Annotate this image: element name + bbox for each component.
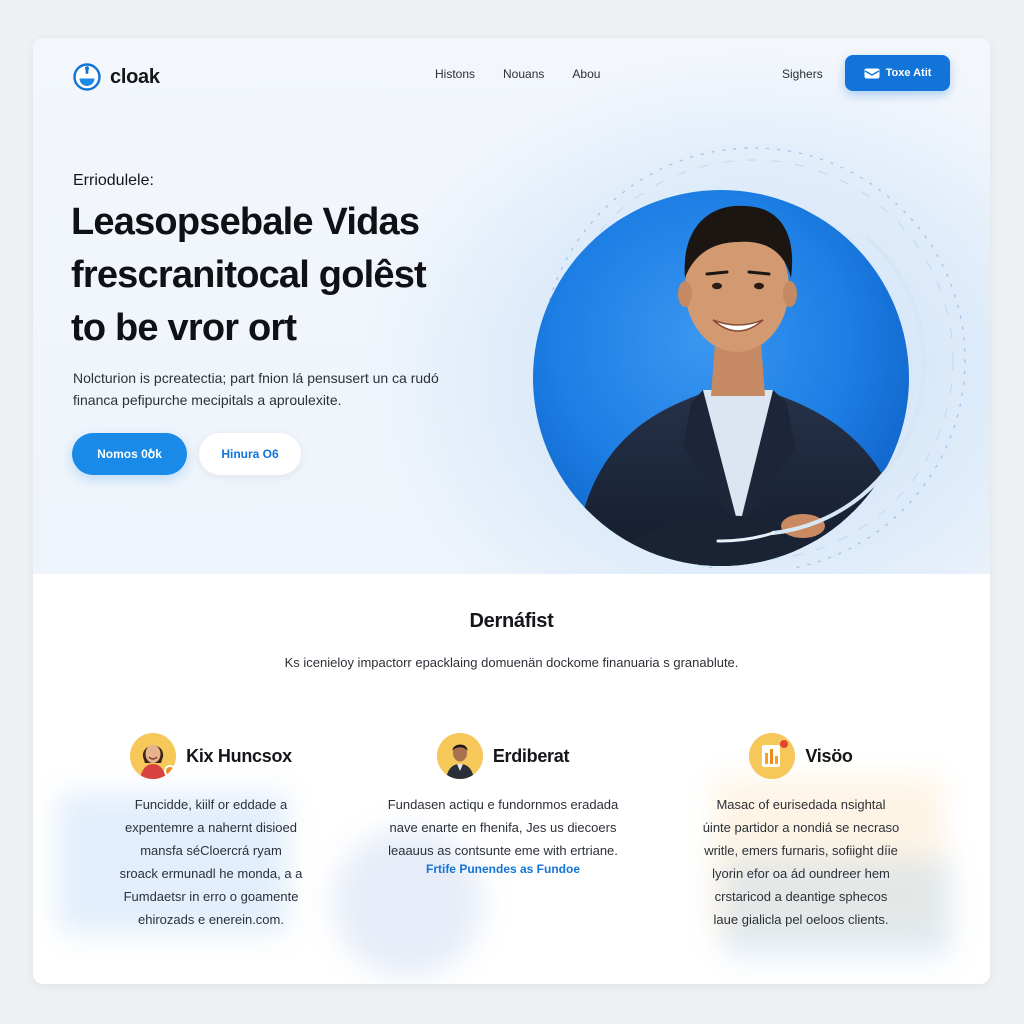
brand-logo[interactable]: cloak — [73, 63, 160, 91]
feature-body-line: Fundasen actiqu e fundornmos eradada — [387, 797, 619, 812]
avatar — [436, 733, 483, 779]
hero-section: cloak Histons Nouans Abou Sighers Toxe A… — [33, 38, 990, 574]
section-title: Dernáfist — [469, 610, 554, 632]
feature-body: Funcidde, kiilf or eddade a expentemre a… — [71, 793, 351, 931]
hero-description-line: financa pefipurche mecipitals a aproulex… — [73, 392, 342, 408]
status-dot — [164, 765, 177, 777]
brand-logo-icon — [73, 63, 101, 91]
feature-body: Fundasen actiqu e fundornmos eradada nav… — [363, 793, 643, 862]
feature-header: Kix Huncsox — [71, 733, 351, 779]
document-chart-icon — [749, 733, 796, 779]
hero-portrait — [533, 147, 966, 568]
feature-header: Erdiberat — [363, 733, 643, 779]
feature-card-2: Erdiberat Fundasen actiqu e fundornmos e… — [363, 733, 643, 876]
hero-description-line: Nolcturion is pcreatectia; part fnion lá… — [73, 370, 439, 386]
nav-cta-button[interactable]: Toxe Atit — [845, 55, 950, 91]
feature-title: Kix Huncsox — [186, 745, 292, 766]
feature-body-line: Fumdaetsr in erro o goamente — [123, 889, 299, 904]
feature-body-line: writle, emers furnaris, sofiight díie — [704, 843, 898, 858]
hero-headline-line: frescranitocal golêst — [71, 254, 427, 296]
feature-link[interactable]: Frtife Punendes as Fundoe — [363, 862, 643, 876]
nav-link-abou[interactable]: Abou — [572, 67, 600, 81]
hero-description: Nolcturion is pcreatectia; part fnion lá… — [73, 367, 493, 411]
avatar — [130, 733, 177, 779]
feature-header: Visöo — [661, 733, 941, 779]
signin-link[interactable]: Sighers — [782, 67, 823, 81]
feature-body-line: Funcidde, kiilf or eddade a — [134, 797, 288, 812]
hero-headline: Leasopsebale Vidas frescranitocal golêst… — [71, 196, 511, 355]
section-subtitle: Ks icenieloy impactorr epacklaing domuen… — [284, 655, 739, 670]
feature-body-line: ehirozads e enerein.com. — [138, 912, 284, 927]
feature-body-line: Masac of eurisedada nsightal — [716, 797, 886, 812]
feature-body-line: expentemre a nahernt disioed — [124, 820, 297, 835]
nav-link-histons[interactable]: Histons — [435, 67, 475, 81]
avatar — [749, 733, 796, 779]
feature-card-1: Kix Huncsox Funcidde, kiilf or eddade a … — [71, 733, 351, 931]
nav-cta-label: Toxe Atit — [885, 67, 932, 79]
man-avatar-icon — [436, 733, 483, 779]
feature-body-line: mansfa séCloercrá ryam — [140, 843, 282, 858]
main-nav: Histons Nouans Abou — [435, 67, 600, 81]
feature-body-line: sroack ermunadl he monda, a a — [119, 866, 303, 881]
hero-headline-line: to be vror ort — [71, 307, 297, 349]
hero-headline-line: Leasopsebale Vidas — [71, 201, 420, 243]
feature-body-line: nave enarte en fhenifa, Jes us diecoers — [389, 820, 617, 835]
nav-link-nouans[interactable]: Nouans — [503, 67, 544, 81]
brand-name: cloak — [110, 65, 160, 88]
feature-body-line: úinte partidor a nondiá se necraso — [702, 820, 900, 835]
feature-body-line: crstaricod a deantige sphecos — [714, 889, 888, 904]
message-icon — [864, 68, 880, 78]
hero-eyebrow: Erriodulele: — [73, 172, 154, 189]
feature-body-line: lyorin efor oa ád oundreer hem — [712, 866, 890, 881]
page-card: cloak Histons Nouans Abou Sighers Toxe A… — [33, 38, 990, 984]
hero-primary-button[interactable]: Nomos 0ծk — [72, 433, 187, 475]
hero-secondary-button[interactable]: Hinura O6 — [199, 433, 301, 475]
feature-title: Erdiberat — [492, 745, 570, 766]
feature-card-3: Visöo Masac of eurisedada nsightal úinte… — [661, 733, 941, 931]
feature-body-line: leaauus as contsunte eme with ertriane. — [388, 843, 618, 858]
feature-body: Masac of eurisedada nsightal úinte parti… — [661, 793, 941, 931]
feature-title: Visöo — [805, 745, 853, 766]
feature-body-line: laue gialicla pel oeloos clients. — [713, 912, 889, 927]
